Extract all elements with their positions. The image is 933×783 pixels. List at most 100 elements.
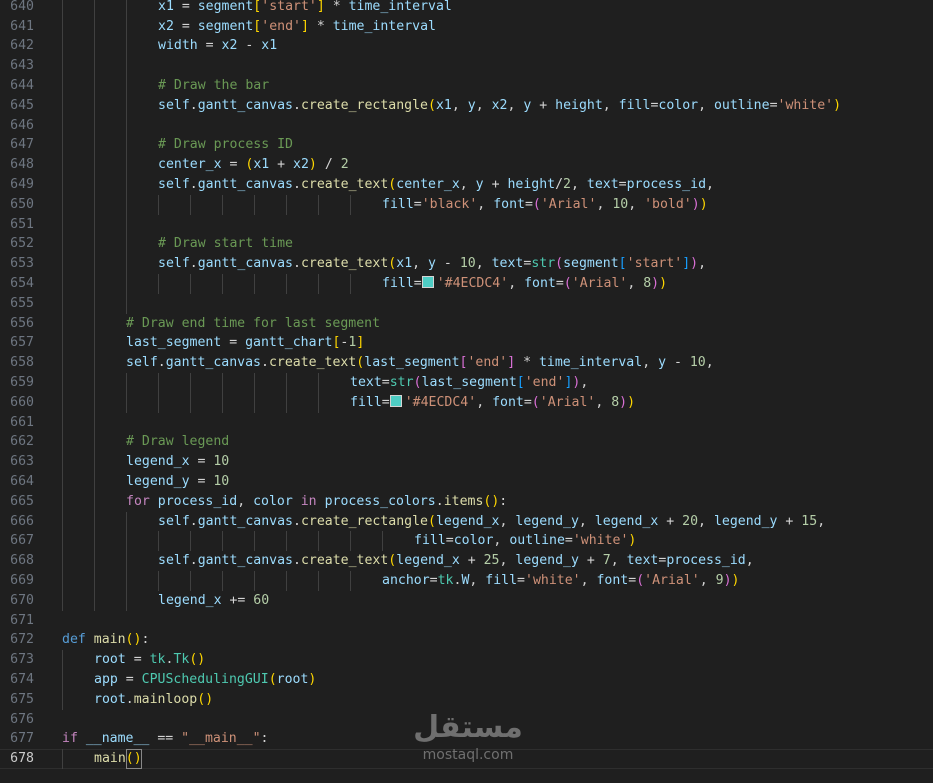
code-token: /	[316, 157, 341, 173]
code-token: +	[459, 553, 484, 569]
indent-guide	[222, 531, 223, 552]
code-line[interactable]: 675 root.mainloop()	[0, 689, 933, 710]
code-text[interactable]: for process_id, color in process_colors.…	[126, 492, 507, 512]
code-line[interactable]: 643	[0, 56, 933, 76]
code-text[interactable]: width = x2 - x1	[158, 36, 277, 56]
code-token: font	[492, 394, 524, 410]
code-token: text	[626, 553, 659, 569]
indent-guide	[286, 194, 287, 215]
indent-guide	[62, 511, 63, 532]
code-text[interactable]: text=str(last_segment['end']),	[350, 373, 588, 393]
line-number: 653	[10, 256, 34, 272]
code-line[interactable]: 661	[0, 412, 933, 433]
code-line[interactable]: 654 fill= '#4ECDC4', font=('Arial', 8))	[0, 274, 933, 294]
code-line[interactable]: 670 legend_x += 60	[0, 590, 933, 611]
code-text[interactable]: main()	[94, 749, 142, 769]
code-line[interactable]: 656 # Draw end time for last segment	[0, 313, 933, 334]
code-line[interactable]: 651	[0, 214, 933, 235]
indent-guide	[62, 432, 63, 453]
code-line[interactable]: 667 fill=color, outline='white')	[0, 531, 933, 552]
code-line[interactable]: 649 self.gantt_canvas.create_text(center_…	[0, 175, 933, 195]
code-text[interactable]: legend_x += 60	[158, 591, 269, 611]
code-text[interactable]: x2 = segment['end'] * time_interval	[158, 17, 436, 37]
line-number: 654	[10, 276, 34, 291]
code-text[interactable]: anchor=tk.W, fill='white', font=('Arial'…	[382, 571, 739, 591]
code-line[interactable]: 646	[0, 115, 933, 136]
code-line[interactable]: 669 anchor=tk.W, fill='white', font=('Ari…	[0, 571, 933, 591]
code-token: create_text	[268, 355, 357, 371]
code-line[interactable]: 641 x2 = segment['end'] * time_interval	[0, 16, 933, 37]
code-text[interactable]: x1 = segment['start'] * time_interval	[158, 0, 452, 17]
code-line[interactable]: 650 fill='black', font=('Arial', 10, 'bol…	[0, 194, 933, 215]
code-line[interactable]: 674 app = CPUSchedulingGUI(root)	[0, 670, 933, 690]
code-token: =	[523, 394, 532, 410]
code-token: (	[268, 672, 277, 687]
code-line[interactable]: 652 # Draw start time	[0, 234, 933, 255]
code-text[interactable]: legend_x = 10	[126, 452, 229, 472]
color-swatch-icon[interactable]	[421, 276, 434, 288]
code-text[interactable]: self.gantt_canvas.create_rectangle(legen…	[158, 512, 825, 532]
code-token: 'start'	[261, 0, 317, 14]
code-text[interactable]: # Draw the bar	[158, 76, 269, 96]
code-line[interactable]: 672 def main():	[0, 630, 933, 650]
code-text[interactable]: fill= '#4ECDC4', font=('Arial', 8))	[382, 274, 667, 294]
code-token: -	[666, 355, 690, 371]
code-text[interactable]: root.mainloop()	[94, 690, 213, 710]
code-text[interactable]: self.gantt_canvas.create_rectangle(x1, y…	[158, 96, 841, 116]
code-line[interactable]: 640 x1 = segment['start'] * time_interval	[0, 0, 933, 17]
code-token: # Draw process ID	[158, 137, 293, 153]
code-text[interactable]: self.gantt_canvas.create_text(last_segme…	[126, 353, 714, 373]
code-text[interactable]: fill='black', font=('Arial', 10, 'bold')…	[382, 195, 708, 215]
code-line[interactable]: 658 self.gantt_canvas.create_text(last_se…	[0, 353, 933, 373]
code-token: .	[189, 177, 198, 192]
code-line[interactable]: 647 # Draw process ID	[0, 135, 933, 156]
code-text[interactable]: # Draw legend	[126, 432, 229, 452]
code-token: ,	[412, 256, 429, 272]
indent-guide	[94, 254, 95, 274]
code-text[interactable]: if __name__ == "__main__":	[62, 729, 269, 749]
indent-guide	[62, 16, 63, 37]
code-text[interactable]: def main():	[62, 630, 149, 650]
code-text[interactable]: last_segment = gantt_chart[-1]	[126, 333, 364, 353]
code-line[interactable]: 648 center_x = (x1 + x2) / 2	[0, 155, 933, 175]
code-text[interactable]: fill=color, outline='white')	[414, 531, 636, 551]
code-text[interactable]: center_x = (x1 + x2) / 2	[158, 155, 349, 175]
code-text[interactable]: # Draw process ID	[158, 135, 293, 155]
code-text[interactable]: self.gantt_canvas.create_text(x1, y - 10…	[158, 254, 706, 274]
code-token: 'white'	[572, 533, 629, 549]
code-line[interactable]: 665 for process_id, color in process_colo…	[0, 491, 933, 512]
code-line[interactable]: 662 # Draw legend	[0, 432, 933, 453]
code-line[interactable]: 653 self.gantt_canvas.create_text(x1, y -…	[0, 254, 933, 274]
indent-guide	[158, 392, 159, 413]
code-text[interactable]: # Draw start time	[158, 234, 293, 254]
code-line[interactable]: 659 text=str(last_segment['end']),	[0, 373, 933, 393]
code-line[interactable]: 660 fill= '#4ECDC4', font=('Arial', 8))	[0, 392, 933, 413]
code-line[interactable]: 655	[0, 293, 933, 314]
code-text[interactable]: app = CPUSchedulingGUI(root)	[94, 670, 316, 690]
code-line[interactable]: 664 legend_y = 10	[0, 472, 933, 492]
code-line[interactable]: 673 root = tk.Tk()	[0, 650, 933, 670]
code-line[interactable]: 642 width = x2 - x1	[0, 36, 933, 57]
code-token: (	[563, 276, 572, 291]
code-text[interactable]: legend_y = 10	[126, 472, 229, 492]
code-text[interactable]: fill= '#4ECDC4', font=('Arial', 8))	[350, 393, 635, 413]
code-line[interactable]: 657 last_segment = gantt_chart[-1]	[0, 333, 933, 354]
code-text[interactable]: root = tk.Tk()	[94, 650, 205, 670]
code-line[interactable]: 663 legend_x = 10	[0, 452, 933, 472]
code-line[interactable]: 668 self.gantt_canvas.create_text(legend_…	[0, 551, 933, 571]
code-line[interactable]: 644 # Draw the bar	[0, 76, 933, 96]
code-text[interactable]: # Draw end time for last segment	[126, 314, 380, 334]
code-line[interactable]: 645 self.gantt_canvas.create_rectangle(x1…	[0, 95, 933, 116]
code-line[interactable]: 666 self.gantt_canvas.create_rectangle(le…	[0, 511, 933, 532]
indent-guide	[94, 491, 95, 512]
code-editor[interactable]: 640 x1 = segment['start'] * time_interval…	[0, 0, 933, 783]
color-swatch-icon[interactable]	[389, 394, 402, 407]
code-text[interactable]: self.gantt_canvas.create_text(legend_x +…	[158, 551, 754, 571]
cursor-bracket-match: ()	[125, 749, 142, 769]
indent-guide	[350, 531, 351, 552]
code-line[interactable]: 671	[0, 611, 933, 631]
code-text[interactable]: self.gantt_canvas.create_text(center_x, …	[158, 175, 714, 195]
indent-guide	[222, 571, 223, 591]
